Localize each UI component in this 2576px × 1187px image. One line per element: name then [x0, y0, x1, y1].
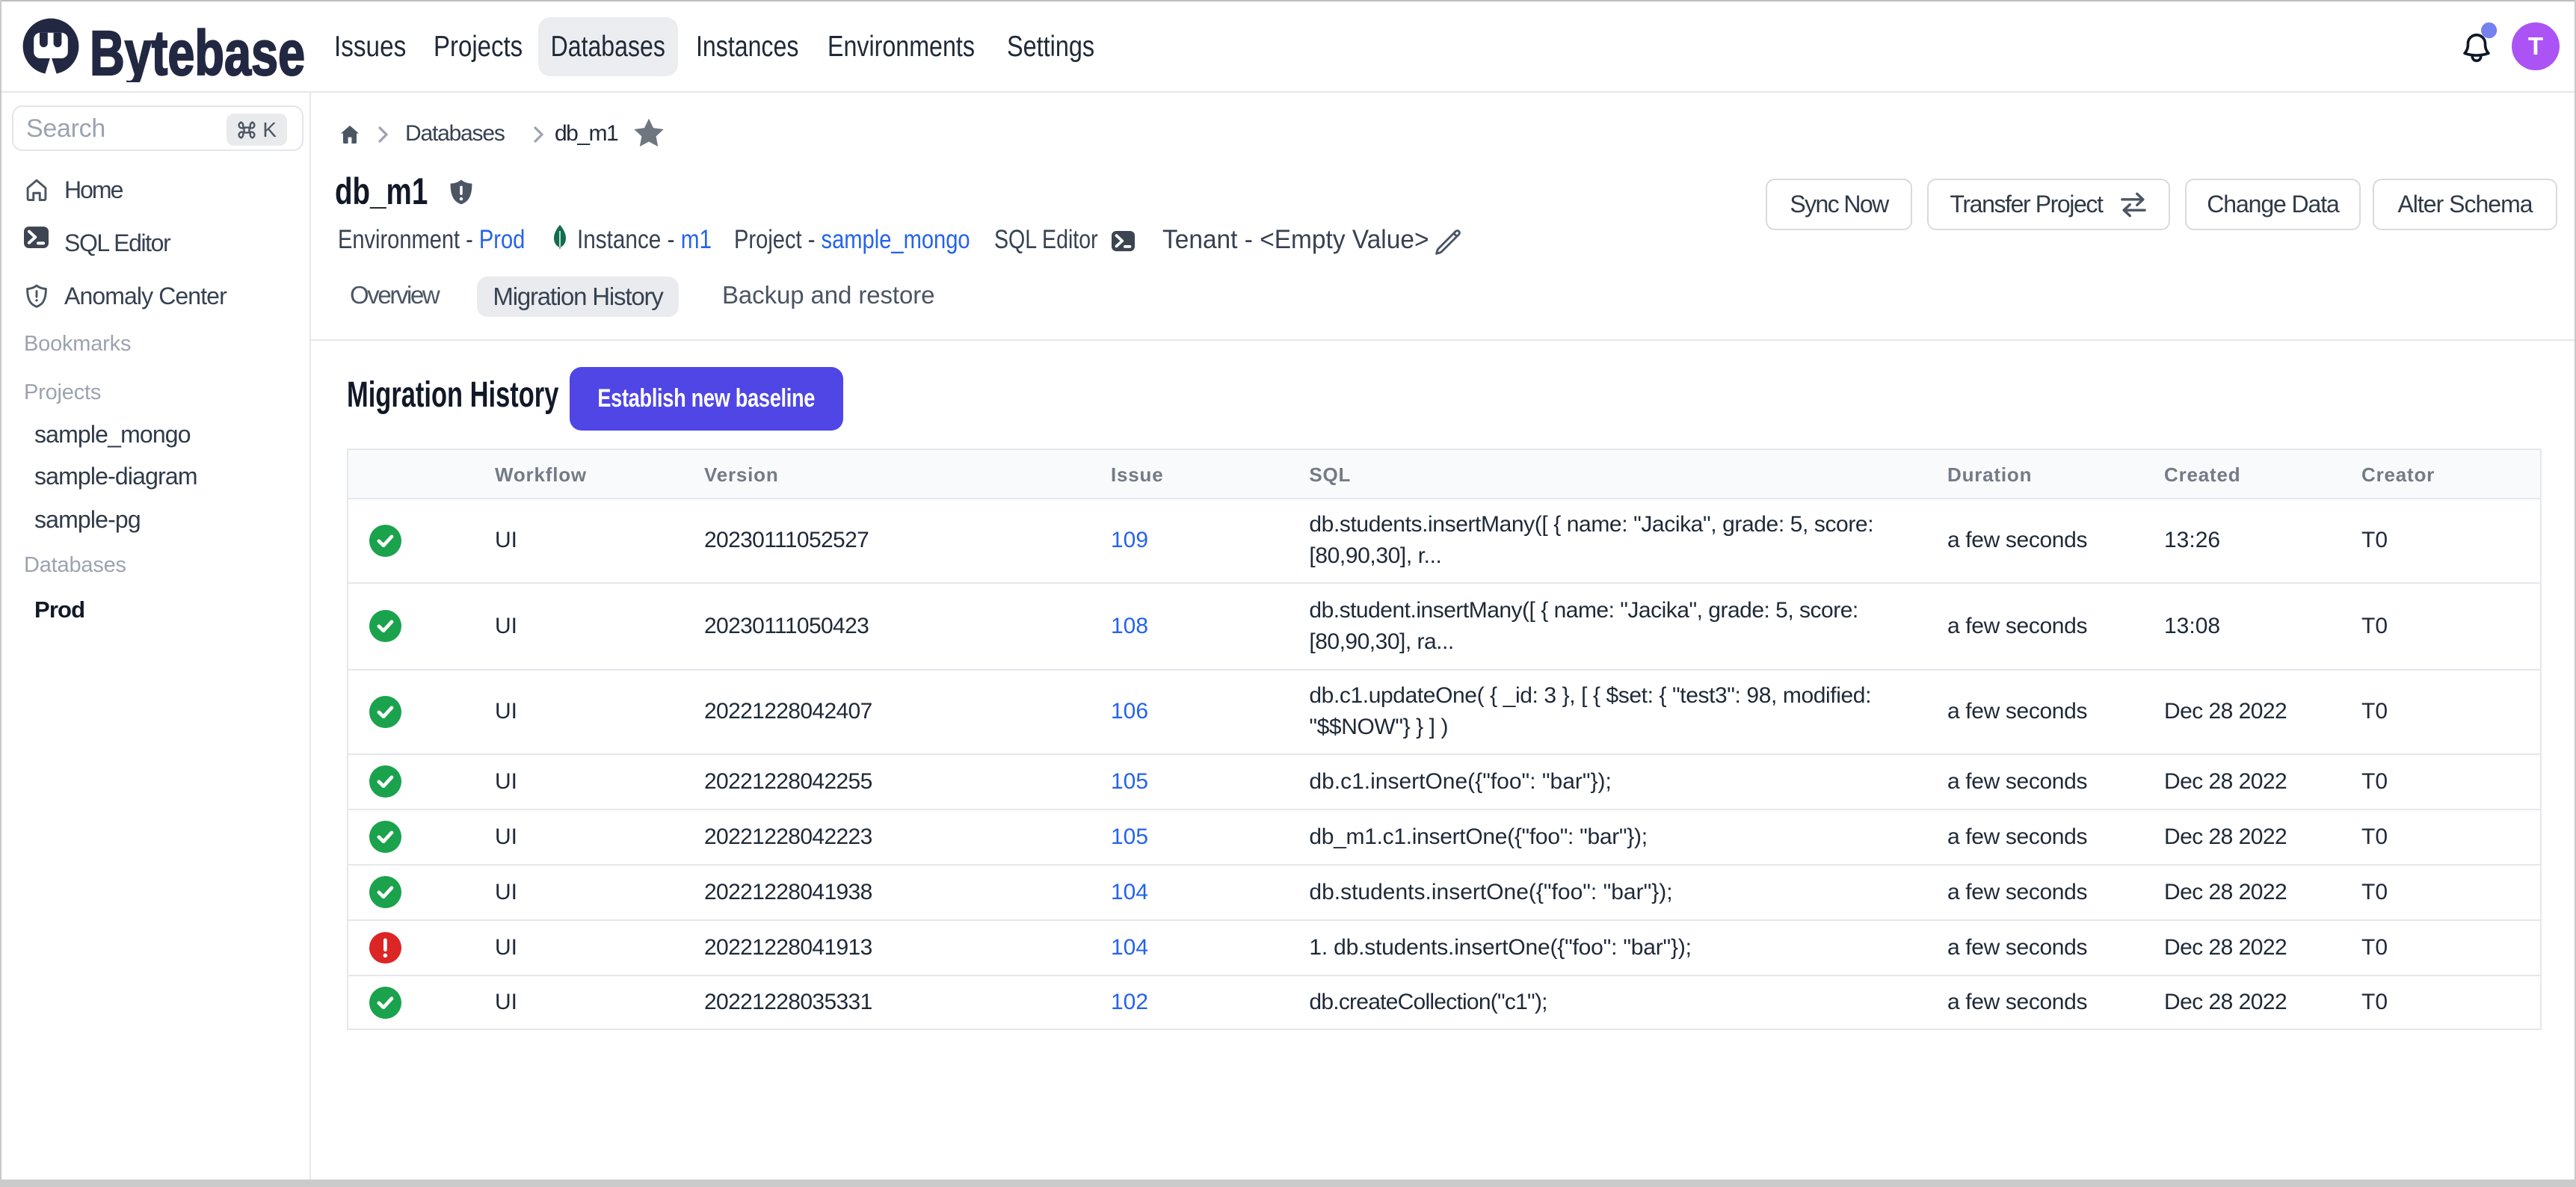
- svg-text:Bytebase: Bytebase: [90, 18, 305, 82]
